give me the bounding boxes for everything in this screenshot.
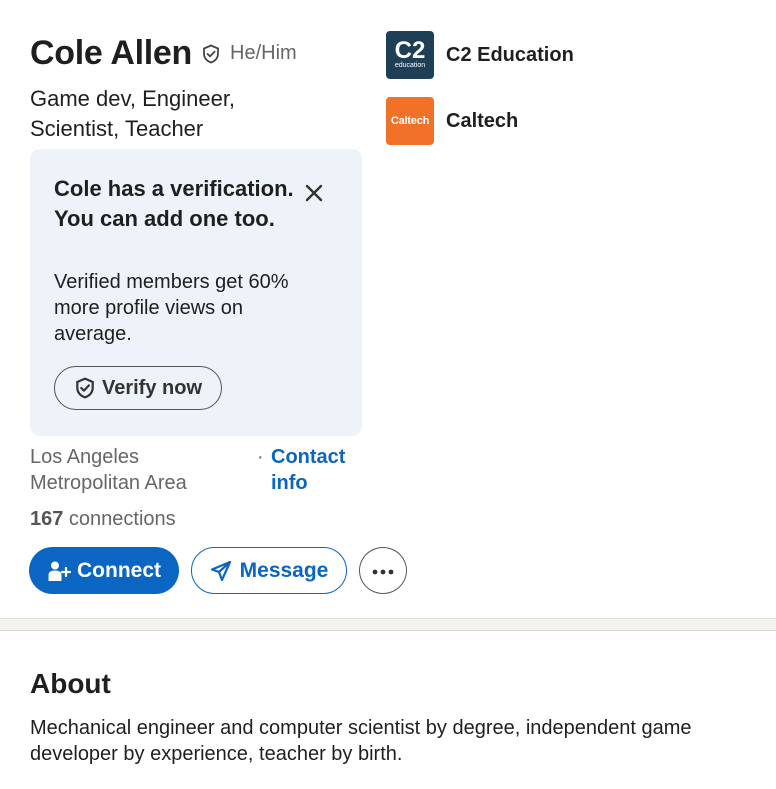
profile-name: Cole Allen xyxy=(30,34,192,72)
about-heading: About xyxy=(30,668,111,699)
profile-card: Cole Allen He/Him Game dev, Engineer, Sc… xyxy=(0,0,776,618)
connect-button[interactable]: Connect xyxy=(29,547,179,594)
pronouns: He/Him xyxy=(230,42,297,64)
c2-logo-mark: C2 xyxy=(394,37,426,64)
connect-label: Connect xyxy=(77,558,161,582)
more-actions-button[interactable] xyxy=(359,547,407,594)
verification-card-title: Cole has a verification. You can add one… xyxy=(54,176,294,231)
c2-education-logo: C2 education xyxy=(386,31,434,79)
message-button[interactable]: Message xyxy=(191,547,347,594)
add-person-icon xyxy=(47,560,71,582)
shield-check-icon xyxy=(74,377,96,399)
profile-headline: Game dev, Engineer, Scientist, Teacher xyxy=(30,86,236,141)
connections-number: 167 xyxy=(30,508,64,530)
organization-name: C2 Education xyxy=(446,43,574,66)
organization-caltech[interactable]: Caltech Caltech xyxy=(386,97,518,145)
contact-info-link[interactable]: Contact info xyxy=(271,444,371,496)
about-text: Mechanical engineer and computer scienti… xyxy=(30,717,692,765)
message-label: Message xyxy=(239,558,329,582)
close-icon[interactable] xyxy=(300,179,328,207)
name-row: Cole Allen He/Him xyxy=(30,34,297,73)
verified-shield-icon[interactable] xyxy=(201,44,221,64)
organization-c2-education[interactable]: C2 education C2 Education xyxy=(386,31,574,79)
connections-label: connections xyxy=(63,508,176,530)
caltech-logo-text: Caltech xyxy=(390,115,430,127)
connections-count[interactable]: 167 connections xyxy=(30,508,176,531)
verification-prompt-card: Cole has a verification. You can add one… xyxy=(30,149,362,436)
send-icon xyxy=(210,560,232,582)
organization-name: Caltech xyxy=(446,109,519,132)
profile-location: Los Angeles Metropolitan Area xyxy=(30,446,187,494)
c2-logo-subtext: education xyxy=(394,62,426,69)
verification-card-description: Verified members get 60% more profile vi… xyxy=(54,271,289,345)
verify-now-button[interactable]: Verify now xyxy=(54,366,222,410)
verify-now-label: Verify now xyxy=(101,376,203,399)
caltech-logo: Caltech xyxy=(386,97,434,145)
separator-dot: · xyxy=(257,446,264,468)
ellipsis-icon xyxy=(372,562,394,580)
